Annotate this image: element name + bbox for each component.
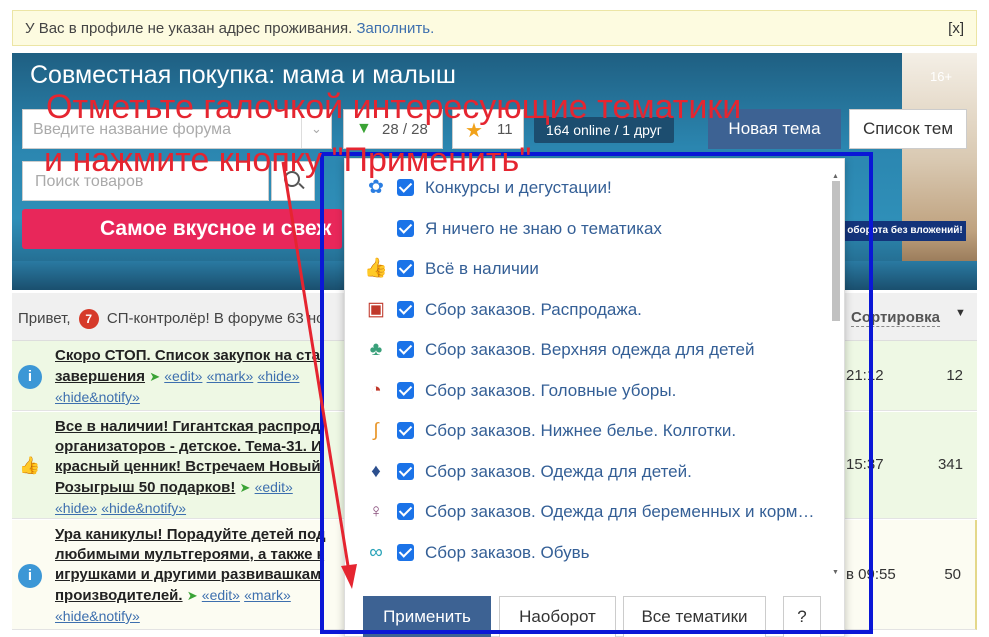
- instruction-arrow: [281, 161, 357, 589]
